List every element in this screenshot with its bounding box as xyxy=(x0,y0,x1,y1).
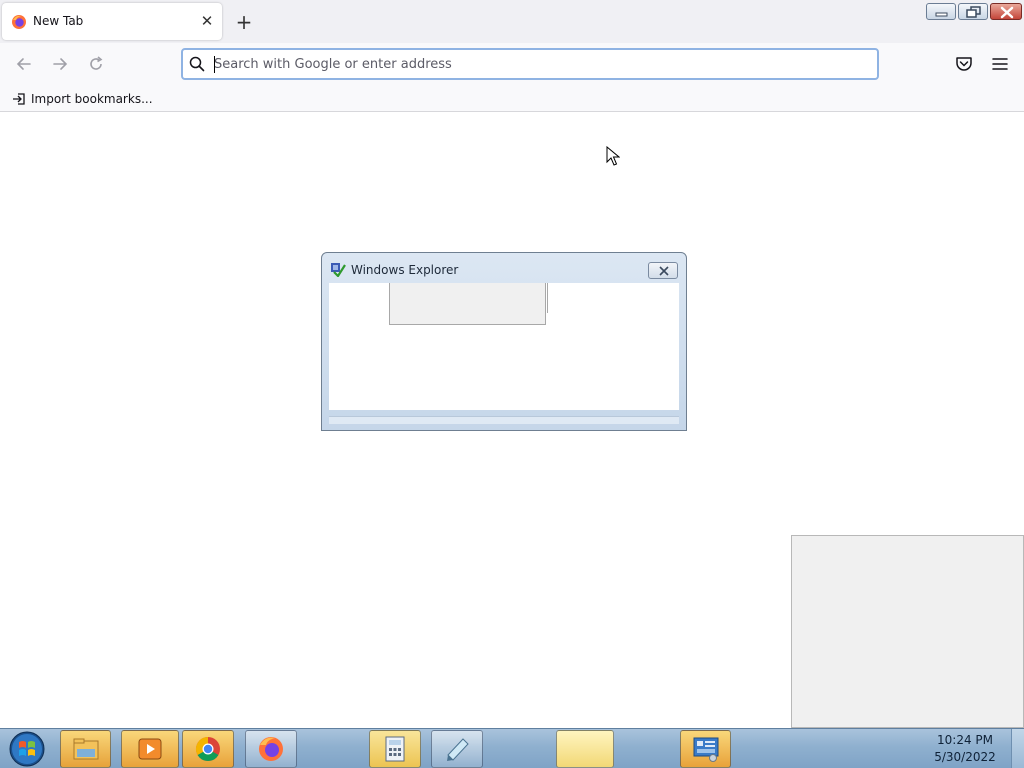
taskbar-calculator-button[interactable] xyxy=(369,730,421,768)
dialog-divider xyxy=(547,283,548,313)
firefox-icon xyxy=(12,15,26,29)
import-bookmarks-button[interactable]: Import bookmarks... xyxy=(12,90,153,108)
chrome-icon xyxy=(195,737,220,762)
media-player-icon xyxy=(138,738,162,760)
windows-start-icon[interactable] xyxy=(7,730,47,768)
taskbar-blank-window-button[interactable] xyxy=(556,730,614,768)
close-window-button[interactable] xyxy=(990,3,1022,20)
clock-time: 10:24 PM xyxy=(937,733,993,747)
forward-arrow-icon[interactable] xyxy=(50,54,70,74)
url-bar[interactable] xyxy=(181,48,879,80)
explorer-check-icon xyxy=(331,263,346,277)
hamburger-menu-icon[interactable] xyxy=(991,56,1009,72)
close-icon xyxy=(1000,6,1014,19)
show-desktop-button[interactable] xyxy=(1011,729,1024,768)
system-clock[interactable]: 10:24 PM 5/30/2022 xyxy=(920,732,1010,766)
bookmarks-toolbar: Import bookmarks... xyxy=(0,85,1024,112)
clock-date: 5/30/2022 xyxy=(934,750,996,764)
address-input[interactable] xyxy=(214,54,854,74)
minimize-button[interactable] xyxy=(926,3,956,20)
dialog-footer xyxy=(329,416,679,424)
restore-button[interactable] xyxy=(958,3,988,20)
back-arrow-icon[interactable] xyxy=(14,54,34,74)
dialog-body xyxy=(329,283,679,410)
taskbar-chrome-button[interactable] xyxy=(182,730,234,768)
taskbar-control-panel-button[interactable] xyxy=(680,730,731,768)
control-panel-icon xyxy=(693,737,718,762)
close-icon xyxy=(659,266,669,276)
folder-icon xyxy=(73,738,98,760)
taskbar: 10:24 PM 5/30/2022 xyxy=(0,728,1024,768)
taskbar-explorer-button[interactable] xyxy=(60,730,111,768)
dialog-placeholder-panel xyxy=(389,283,546,325)
taskbar-media-player-button[interactable] xyxy=(121,730,179,768)
minimize-icon xyxy=(935,12,948,17)
new-tab-button[interactable]: + xyxy=(233,11,255,33)
notepad-icon xyxy=(447,738,469,761)
text-caret xyxy=(214,56,215,73)
tab-title: New Tab xyxy=(33,14,84,28)
dialog-close-button[interactable] xyxy=(648,262,678,279)
tab-bar: New Tab ✕ + xyxy=(0,0,1024,43)
calculator-icon xyxy=(385,736,405,762)
pocket-icon[interactable] xyxy=(955,56,973,72)
mouse-pointer-icon xyxy=(606,146,620,166)
search-icon xyxy=(189,56,205,72)
taskbar-firefox-button[interactable] xyxy=(245,730,297,768)
nav-bar xyxy=(0,43,1024,85)
import-icon xyxy=(13,93,25,105)
import-bookmarks-label: Import bookmarks... xyxy=(31,92,153,106)
reload-icon[interactable] xyxy=(86,54,106,74)
close-tab-icon[interactable]: ✕ xyxy=(198,12,216,30)
restore-icon xyxy=(966,6,981,18)
firefox-icon xyxy=(259,737,283,761)
tab-new-tab[interactable]: New Tab ✕ xyxy=(2,3,222,40)
blank-window xyxy=(791,535,1024,728)
dialog-title: Windows Explorer xyxy=(351,263,459,277)
taskbar-notepad-button[interactable] xyxy=(431,730,483,768)
windows-explorer-dialog: Windows Explorer xyxy=(321,252,687,431)
